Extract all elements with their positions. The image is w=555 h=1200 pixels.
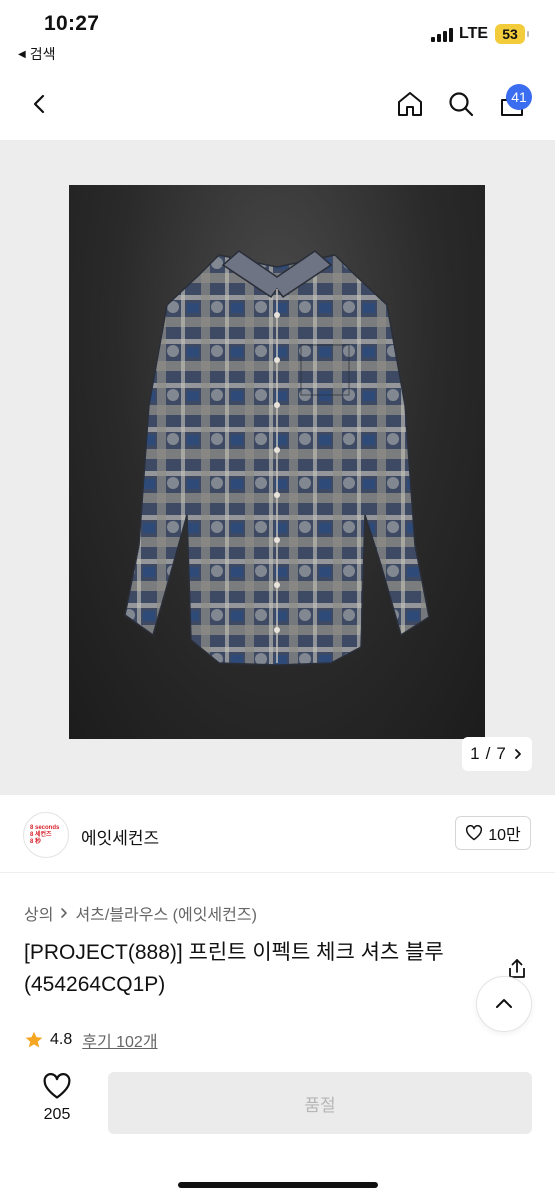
brand-likes-count: 10만 (488, 827, 521, 844)
product-title: [PROJECT(888)] 프린트 이펙트 체크 셔츠 블루 (454264C… (24, 941, 444, 996)
search-button[interactable] (441, 84, 481, 124)
back-app-label: 검색 (29, 46, 56, 62)
product-image[interactable] (69, 185, 485, 739)
counter-total: 7 (496, 744, 506, 763)
product-like-button[interactable]: 205 (24, 1073, 90, 1133)
brand-like-button[interactable]: 10만 (455, 816, 531, 850)
battery-level: 53 (502, 26, 518, 42)
sold-out-button[interactable]: 품절 (108, 1072, 532, 1134)
home-button[interactable] (390, 84, 430, 124)
heart-icon (43, 1073, 71, 1099)
home-indicator (178, 1182, 378, 1188)
breadcrumb-category[interactable]: 상의 (24, 901, 53, 925)
brand-logo[interactable]: 8 seconds 8 세컨즈 8 秒 (23, 812, 69, 858)
cart-count-badge: 41 (506, 84, 532, 110)
back-to-app-link[interactable]: ◀ 검색 (18, 44, 55, 64)
brand-name-link[interactable]: 에잇세컨즈 (81, 824, 159, 849)
breadcrumb-subcategory[interactable]: 셔츠/블라우스 (에잇세컨즈) (75, 901, 256, 925)
logo-line-2: 8 세컨즈 (30, 831, 52, 838)
battery-icon: 53 (495, 24, 529, 44)
search-icon (449, 92, 474, 117)
scroll-to-top-button[interactable] (476, 976, 532, 1032)
status-time: 10:27 (44, 12, 100, 35)
chevron-right-icon (61, 908, 68, 918)
logo-line-1: 8 seconds (30, 824, 60, 831)
network-label: LTE (459, 25, 489, 42)
logo-line-3: 8 秒 (30, 838, 42, 845)
product-like-count: 205 (43, 1106, 71, 1123)
top-nav (0, 76, 555, 136)
status-bar: 10:27 ◀ 검색 LTE 53 (0, 0, 555, 70)
heart-icon (466, 825, 483, 841)
counter-current: 1 (470, 744, 480, 763)
product-gallery[interactable]: 1 / 7 (0, 140, 555, 795)
signal-icon (431, 28, 453, 42)
breadcrumb: 상의 셔츠/블라우스 (에잇세컨즈) (24, 901, 257, 925)
star-icon (25, 1031, 43, 1048)
home-icon (398, 92, 422, 116)
reviews-link[interactable]: 후기 102개 (82, 1028, 157, 1052)
image-counter[interactable]: 1 / 7 (462, 737, 532, 771)
chevron-left-icon (33, 94, 45, 114)
chevron-right-icon (514, 749, 521, 759)
chevron-up-icon (496, 999, 512, 1008)
rating-score: 4.8 (50, 1031, 73, 1048)
back-button[interactable] (20, 84, 60, 124)
shirt-illustration (124, 250, 430, 666)
back-triangle-icon: ◀ (18, 48, 26, 60)
counter-separator: / (485, 744, 491, 763)
brand-row: 8 seconds 8 세컨즈 8 秒 에잇세컨즈 10만 (0, 797, 555, 873)
rating-row: 4.8 후기 102개 (24, 1028, 158, 1052)
